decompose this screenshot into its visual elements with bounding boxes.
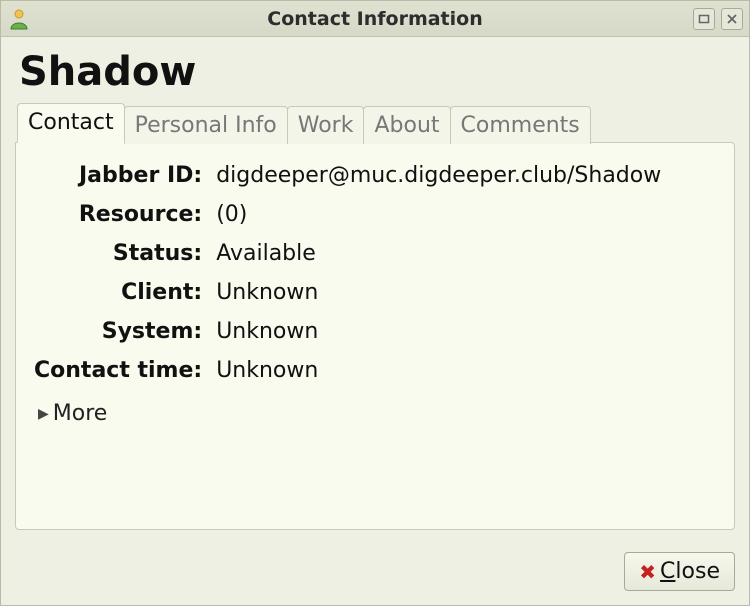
more-label: More	[53, 401, 108, 426]
tab-about[interactable]: About	[363, 106, 450, 144]
app-icon	[7, 7, 31, 31]
client-value: Unknown	[216, 280, 716, 305]
status-label: Status:	[34, 241, 202, 266]
window-frame: Contact Information Shadow Contact Perso…	[0, 0, 750, 606]
tab-work[interactable]: Work	[287, 106, 365, 144]
window-title: Contact Information	[1, 8, 749, 30]
tab-comments[interactable]: Comments	[450, 106, 591, 144]
jabber-id-value: digdeeper@muc.digdeeper.club/Shadow	[216, 163, 716, 188]
tab-personal-info[interactable]: Personal Info	[124, 106, 288, 144]
tab-panel-contact: Jabber ID: digdeeper@muc.digdeeper.club/…	[15, 142, 735, 530]
close-button-label: Close	[660, 559, 720, 584]
chevron-right-icon: ▶	[38, 406, 49, 422]
client-label: Client:	[34, 280, 202, 305]
more-expander[interactable]: ▶ More	[38, 401, 716, 426]
contact-name-heading: Shadow	[19, 49, 735, 95]
content-area: Shadow Contact Personal Info Work About …	[1, 37, 749, 544]
jabber-id-label: Jabber ID:	[34, 163, 202, 188]
close-icon: ✖	[639, 560, 656, 584]
contact-time-value: Unknown	[216, 358, 716, 383]
maximize-button[interactable]	[693, 8, 715, 30]
close-window-button[interactable]	[721, 8, 743, 30]
close-button[interactable]: ✖ Close	[624, 552, 735, 591]
titlebar: Contact Information	[1, 1, 749, 37]
resource-value: (0)	[216, 202, 716, 227]
dialog-footer: ✖ Close	[1, 544, 749, 605]
system-label: System:	[34, 319, 202, 344]
status-value: Available	[216, 241, 716, 266]
resource-label: Resource:	[34, 202, 202, 227]
contact-time-label: Contact time:	[34, 358, 202, 383]
system-value: Unknown	[216, 319, 716, 344]
contact-fields: Jabber ID: digdeeper@muc.digdeeper.club/…	[34, 163, 716, 383]
window-controls	[693, 8, 743, 30]
tab-bar: Contact Personal Info Work About Comment…	[17, 103, 735, 143]
tab-contact[interactable]: Contact	[17, 103, 125, 143]
